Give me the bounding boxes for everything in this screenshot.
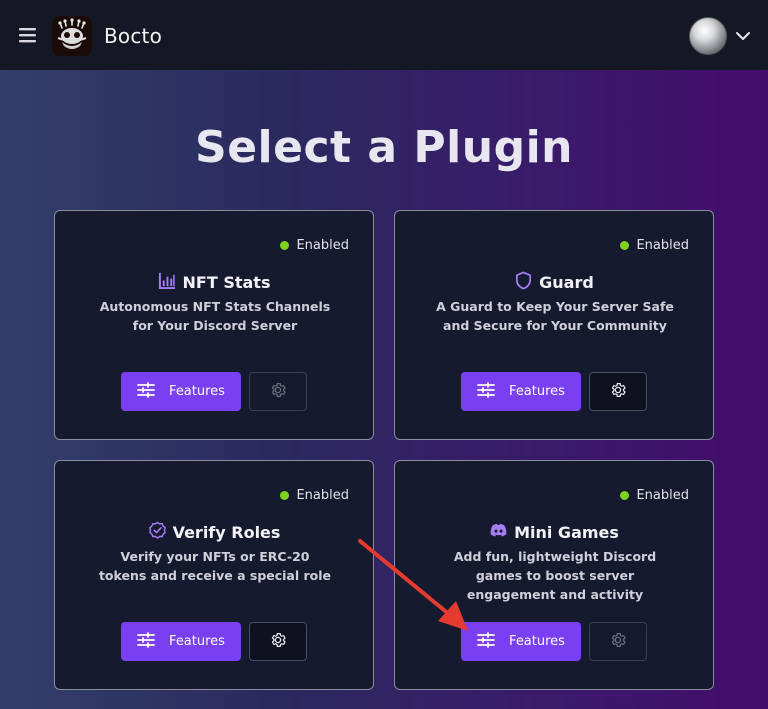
status-dot-icon <box>620 241 630 250</box>
settings-button[interactable] <box>589 372 647 411</box>
plugin-description: Add fun, lightweight Discord games to bo… <box>453 549 657 602</box>
status-badge: Enabled <box>280 238 349 253</box>
plugin-title: Mini Games <box>395 521 713 544</box>
settings-button[interactable] <box>249 622 307 661</box>
plugin-title: Verify Roles <box>55 521 373 544</box>
plugin-title: Guard <box>395 271 713 294</box>
features-label: Features <box>509 634 565 649</box>
sliders-icon <box>477 381 495 402</box>
gear-icon <box>269 381 287 403</box>
features-button[interactable]: Features <box>121 622 241 661</box>
plugin-description: Autonomous NFT Stats Channels for Your D… <box>99 299 331 333</box>
verified-badge-icon <box>148 521 167 544</box>
page-title: Select a Plugin <box>195 122 573 173</box>
sliders-icon <box>477 631 495 652</box>
status-label: Enabled <box>296 238 349 253</box>
gear-icon <box>609 631 627 653</box>
plugin-card-guard: Enabled Guard A Guard to Keep Your Serve… <box>394 210 714 440</box>
user-avatar[interactable] <box>689 17 727 55</box>
plugin-card-nft-stats: Enabled NFT Stats Autonomous NFT Stats C… <box>54 210 374 440</box>
plugin-title: NFT Stats <box>55 271 373 294</box>
features-button[interactable]: Features <box>461 622 581 661</box>
plugin-name: Guard <box>539 273 594 292</box>
status-label: Enabled <box>636 488 689 503</box>
status-badge: Enabled <box>620 488 689 503</box>
top-bar: Bocto <box>0 0 768 70</box>
chevron-down-icon[interactable] <box>734 28 752 42</box>
plugin-description: Verify your NFTs or ERC-20 tokens and re… <box>98 549 332 583</box>
bar-chart-icon <box>158 271 177 294</box>
features-label: Features <box>509 384 565 399</box>
plugin-card-verify-roles: Enabled Verify Roles Verify your NFTs or… <box>54 460 374 690</box>
status-dot-icon <box>280 241 290 250</box>
plugin-description: A Guard to Keep Your Server Safe and Sec… <box>436 299 674 333</box>
gear-icon <box>269 631 287 653</box>
status-badge: Enabled <box>620 238 689 253</box>
hamburger-menu-icon[interactable] <box>18 26 38 44</box>
features-label: Features <box>169 634 225 649</box>
status-badge: Enabled <box>280 488 349 503</box>
features-button[interactable]: Features <box>121 372 241 411</box>
settings-button[interactable] <box>249 372 307 411</box>
plugin-name: Verify Roles <box>172 523 281 542</box>
status-label: Enabled <box>296 488 349 503</box>
plugin-name: NFT Stats <box>182 273 271 292</box>
shield-icon <box>514 271 533 294</box>
features-label: Features <box>169 384 225 399</box>
brand-logo[interactable] <box>52 16 92 56</box>
discord-icon <box>489 521 508 544</box>
status-dot-icon <box>620 491 630 500</box>
plugin-name: Mini Games <box>514 523 619 542</box>
brand-name[interactable]: Bocto <box>104 24 162 48</box>
sliders-icon <box>137 381 155 402</box>
gear-icon <box>609 381 627 403</box>
features-button[interactable]: Features <box>461 372 581 411</box>
status-dot-icon <box>280 491 290 500</box>
settings-button[interactable] <box>589 622 647 661</box>
plugin-card-mini-games: Enabled Mini Games Add fun, lightweight … <box>394 460 714 690</box>
status-label: Enabled <box>636 238 689 253</box>
sliders-icon <box>137 631 155 652</box>
